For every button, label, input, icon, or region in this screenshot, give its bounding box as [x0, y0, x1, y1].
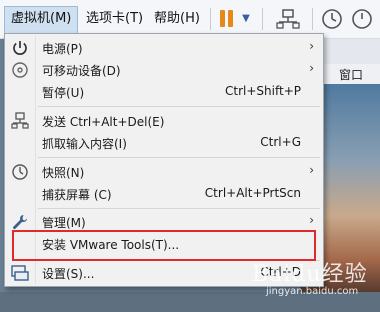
dropdown-arrow-icon[interactable]: ▼	[240, 8, 252, 30]
watermark-url: jingyan.baidu.com	[266, 286, 359, 297]
menu-item-removable-devices[interactable]: 可移动设备(D) ›	[5, 59, 323, 81]
menu-item-shortcut: Ctrl+Alt+PrtScn	[204, 186, 301, 200]
menu-item-snapshot[interactable]: 快照(N) ›	[5, 161, 323, 183]
wrench-icon	[11, 213, 29, 231]
menu-divider	[38, 106, 320, 107]
menu-item-label: 快照(N)	[42, 166, 85, 180]
menu-item-power[interactable]: 电源(P) ›	[5, 37, 323, 59]
menu-item-label: 捕获屏幕 (C)	[42, 188, 112, 202]
menu-item-capture-screen[interactable]: 捕获屏幕 (C) Ctrl+Alt+PrtScn	[5, 183, 323, 205]
menu-item-grab-input[interactable]: 抓取输入内容(I) Ctrl+G	[5, 132, 323, 154]
power-icon	[11, 39, 29, 57]
menu-item-label: 发送 Ctrl+Alt+Del(E)	[42, 115, 165, 129]
pause-icon[interactable]	[216, 8, 238, 30]
network-icon[interactable]	[276, 8, 300, 30]
menu-tabs[interactable]: 选项卡(T)	[80, 6, 149, 32]
menu-item-label: 电源(P)	[42, 42, 83, 56]
menu-help[interactable]: 帮助(H)	[148, 6, 206, 32]
submenu-arrow-icon: ›	[309, 61, 314, 75]
snapshot-icon	[11, 163, 29, 181]
baidu-watermark: Baidu经验 jingyan.baidu.com	[252, 256, 372, 306]
menu-item-send-ctrl-alt-del[interactable]: 发送 Ctrl+Alt+Del(E)	[5, 110, 323, 132]
snapshot-icon[interactable]	[350, 8, 374, 30]
menu-item-label: 设置(S)...	[42, 267, 95, 281]
submenu-arrow-icon: ›	[309, 213, 314, 227]
watermark-logo: Baidu经验	[252, 262, 368, 287]
toolbar-separator	[210, 8, 211, 30]
menu-divider	[38, 157, 320, 158]
vm-menu-dropdown: 电源(P) › 可移动设备(D) › 暂停(U) Ctrl+Shift+P 发送…	[4, 33, 324, 287]
toolbar-separator	[262, 8, 263, 30]
menu-item-label: 暂停(U)	[42, 86, 85, 100]
window-label: 窗口	[339, 68, 364, 82]
removable-device-icon	[11, 61, 29, 79]
menu-item-shortcut: Ctrl+Shift+P	[225, 84, 301, 98]
toolbar-separator	[312, 8, 313, 30]
menu-vm[interactable]: 虚拟机(M)	[4, 6, 79, 34]
settings-icon	[11, 264, 29, 282]
menu-divider	[38, 208, 320, 209]
clock-icon[interactable]	[320, 8, 344, 30]
send-keys-icon	[11, 112, 29, 130]
menu-item-label: 可移动设备(D)	[42, 64, 121, 78]
submenu-arrow-icon: ›	[309, 39, 314, 53]
menu-item-pause[interactable]: 暂停(U) Ctrl+Shift+P	[5, 81, 323, 103]
submenu-arrow-icon: ›	[309, 163, 314, 177]
menu-item-label: 抓取输入内容(I)	[42, 137, 127, 151]
menu-item-shortcut: Ctrl+G	[260, 135, 301, 149]
menu-item-label: 管理(M)	[42, 216, 86, 230]
